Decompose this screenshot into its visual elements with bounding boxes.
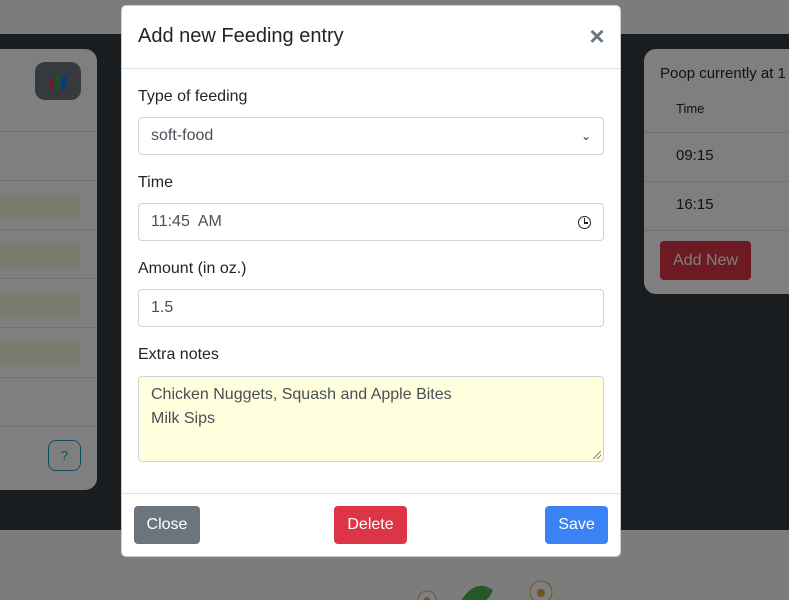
time-value: 11:45 AM xyxy=(151,213,222,230)
extra-notes-label: Extra notes xyxy=(138,346,219,363)
time-input[interactable]: 11:45 AM xyxy=(138,203,604,241)
resize-handle-icon[interactable] xyxy=(593,451,601,459)
clock-icon[interactable] xyxy=(578,215,591,229)
notes-line: Milk Sips xyxy=(151,410,216,427)
amount-input[interactable]: 1.5 xyxy=(138,289,604,327)
amount-value: 1.5 xyxy=(151,299,174,316)
time-label: Time xyxy=(138,174,173,191)
chevron-down-icon: ⌄ xyxy=(580,129,591,143)
type-of-feeding-label: Type of feeding xyxy=(138,88,248,105)
close-icon[interactable]: × xyxy=(587,21,607,51)
modal-header: Add new Feeding entry × xyxy=(122,6,620,69)
feeding-entry-modal: Add new Feeding entry × Type of feeding … xyxy=(121,5,621,557)
type-of-feeding-value: soft-food xyxy=(151,127,214,144)
modal-title: Add new Feeding entry xyxy=(138,25,344,47)
extra-notes-textarea[interactable]: Chicken Nuggets, Squash and Apple Bites … xyxy=(138,376,604,462)
close-button[interactable]: Close xyxy=(134,506,200,544)
save-button[interactable]: Save xyxy=(545,506,608,544)
modal-footer: Close Delete Save xyxy=(122,493,620,556)
notes-line: Chicken Nuggets, Squash and Apple Bites xyxy=(151,386,452,403)
delete-button[interactable]: Delete xyxy=(334,506,407,544)
type-of-feeding-select[interactable]: soft-food ⌄ xyxy=(138,117,604,155)
amount-label: Amount (in oz.) xyxy=(138,260,247,277)
